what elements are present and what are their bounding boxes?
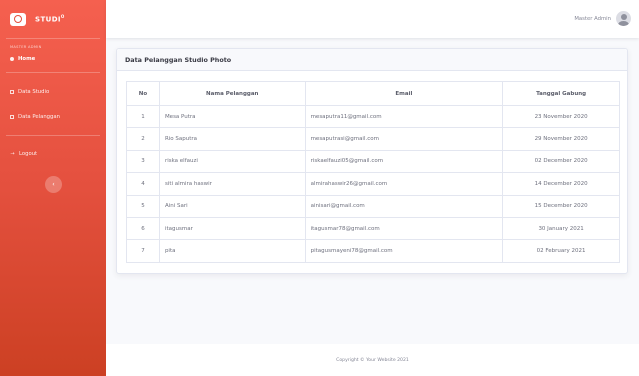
table-row: 5 Aini Sari ainisari@gmail.com 15 December … [126,194,620,218]
join-date: 30 January 2021 [502,216,620,241]
sidebar-item-label: Logout [19,150,38,157]
join-date: 15 December 2020 [502,194,620,218]
camera-icon [10,12,26,26]
join-date: 29 November 2020 [502,127,620,151]
customer-email: ainisari@gmail.com [304,194,504,218]
table-row: 7 pita pitagusmayeni78@gmail.com 02 Februar… [126,239,620,263]
topbar: Master Admin [106,0,639,38]
arrow-right-icon: → [10,150,15,157]
divider [6,135,100,136]
grid-icon [10,89,14,94]
customer-name: siti almira haswir [158,172,306,196]
customer-email: mesaputra11@gmail.com [304,104,504,129]
row-number: 6 [126,216,160,241]
row-number: 4 [126,172,160,196]
customer-email: pitagusmayeni78@gmail.com [304,239,504,263]
column-header: Nama Pelanggan [158,81,306,106]
sidebar-item-label: Data Studio [18,88,50,95]
sidebar-item-data-pelanggan[interactable]: Data Pelanggan [0,106,106,127]
customer-name: riska elfauzi [158,149,306,174]
avatar-icon [616,11,631,26]
customer-name: Aini Sari [158,194,306,218]
customer-email: almirahaswir26@gmail.com [304,172,504,196]
row-number: 7 [126,239,160,263]
column-header: Tanggal Gabung [502,81,620,106]
copyright-text: Copyright © Your Website 2021 [336,357,409,363]
customer-email: riskaelfauzi05@gmail.com [304,149,504,174]
footer: Copyright © Your Website 2021 [106,344,639,376]
join-date: 23 November 2020 [502,104,620,129]
sidebar-item-home[interactable]: Home [0,52,106,66]
user-menu[interactable]: Master Admin [574,11,631,26]
sidebar-heading: MASTER ADMIN [10,45,42,49]
row-number: 1 [126,104,160,129]
card-title: Data Pelanggan Studio Photo [117,49,627,71]
sidebar-toggle-button[interactable]: ‹ [45,176,62,193]
row-number: 2 [126,127,160,151]
table-row: 4 siti almira haswir almirahaswir26@gmail.… [126,172,620,196]
brand[interactable]: STUDIO [0,0,106,38]
sidebar-item-label: Home [18,56,36,62]
chevron-left-icon: ‹ [52,181,55,188]
row-number: 5 [126,194,160,218]
sidebar-item-data-studio[interactable]: Data Studio [0,81,106,102]
column-header: No [126,81,160,106]
join-date: 02 December 2020 [502,149,620,174]
table-row: 2 Rio Saputra mesaputrasi@gmail.com 29 Nove… [126,127,620,151]
row-number: 3 [126,149,160,174]
customer-email: itagusmar78@gmail.com [304,216,504,241]
join-date: 14 December 2020 [502,172,620,196]
table-row: 3 riska elfauzi riskaelfauzi05@gmail.com 02… [126,149,620,174]
customers-card: Data Pelanggan Studio Photo No Nama Pela… [116,48,628,274]
divider [6,72,100,73]
customers-table: No Nama Pelanggan Email Tanggal Gabung 1… [126,81,620,263]
grid-icon [10,114,14,119]
brand-name: STUDIO [35,14,65,24]
join-date: 02 February 2021 [502,239,620,263]
sidebar: STUDIO MASTER ADMIN Home Data Studio Dat… [0,0,106,376]
customer-name: pita [158,239,306,263]
table-header-row: No Nama Pelanggan Email Tanggal Gabung [126,81,620,106]
customer-name: Mesa Putra [158,104,306,129]
palette-icon [10,57,14,61]
customer-name: itagusmar [158,216,306,241]
table-row: 1 Mesa Putra mesaputra11@gmail.com 23 Novem… [126,104,620,129]
column-header: Email [304,81,504,106]
sidebar-item-label: Data Pelanggan [18,113,60,120]
customer-name: Rio Saputra [158,127,306,151]
user-name: Master Admin [574,15,611,22]
sidebar-item-logout[interactable]: → Logout [0,143,106,164]
customer-email: mesaputrasi@gmail.com [304,127,504,151]
table-row: 6 itagusmar itagusmar78@gmail.com 30 Januar… [126,216,620,241]
